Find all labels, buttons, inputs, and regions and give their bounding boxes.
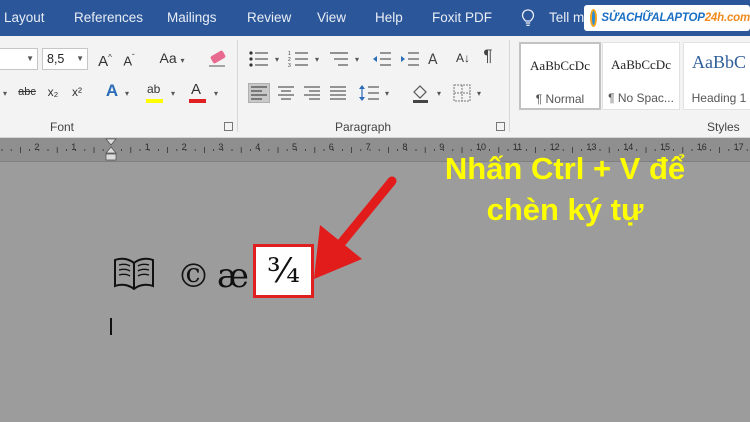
numbering-icon[interactable]: 123 bbox=[288, 50, 310, 68]
svg-text:3: 3 bbox=[288, 63, 291, 68]
font-color-chevron-icon[interactable]: ▾ bbox=[211, 82, 221, 104]
callout-line-2: chèn ký tự bbox=[486, 192, 644, 227]
clear-formatting-icon[interactable] bbox=[206, 50, 228, 68]
align-right-icon[interactable] bbox=[302, 83, 322, 103]
font-size-value: 8,5 bbox=[47, 52, 65, 66]
ruler-number: 2 bbox=[181, 142, 187, 152]
multilevel-chevron-icon[interactable]: ▾ bbox=[352, 48, 362, 70]
align-center-icon[interactable] bbox=[276, 83, 296, 103]
text-effects-button[interactable]: A bbox=[102, 81, 122, 103]
sort-icon[interactable]: A↓ bbox=[452, 48, 474, 70]
font-group-label: Font bbox=[50, 120, 75, 134]
tab-references[interactable]: References bbox=[74, 0, 143, 36]
tell-me-search[interactable]: Tell m bbox=[549, 0, 584, 36]
change-case-button[interactable]: Aa ▾ bbox=[155, 48, 189, 70]
increase-indent-icon[interactable] bbox=[400, 50, 420, 68]
styles-group-label: Styles bbox=[707, 120, 740, 134]
font-dropdown-chevron-icon[interactable]: ▾ bbox=[0, 82, 12, 104]
font-size-combo[interactable]: 8,5 ▼ bbox=[42, 48, 88, 70]
decrease-indent-icon[interactable] bbox=[372, 50, 392, 68]
logo-globe-icon bbox=[590, 9, 598, 27]
borders-icon[interactable] bbox=[452, 83, 472, 103]
font-color-button[interactable]: A bbox=[187, 81, 209, 104]
font-name-combo[interactable]: ▼ bbox=[0, 48, 38, 70]
ruler-number: 4 bbox=[255, 142, 261, 152]
bullets-icon[interactable] bbox=[248, 50, 270, 68]
tab-view[interactable]: View bbox=[317, 0, 346, 36]
watermark-logo: SỬACHỮALAPTOP24h.com bbox=[584, 5, 750, 31]
shading-icon[interactable] bbox=[410, 82, 432, 104]
ruler-number: 1 bbox=[71, 142, 77, 152]
bullets-chevron-icon[interactable]: ▾ bbox=[272, 48, 282, 70]
highlight-button[interactable]: ab bbox=[144, 82, 166, 104]
font-dialog-launcher-icon[interactable] bbox=[224, 122, 233, 131]
numbering-chevron-icon[interactable]: ▾ bbox=[312, 48, 322, 70]
style-heading-1-label: Heading 1 bbox=[691, 91, 747, 105]
paragraph-dialog-launcher-icon[interactable] bbox=[496, 122, 505, 131]
indent-marker-icon[interactable] bbox=[105, 138, 117, 162]
tab-review[interactable]: Review bbox=[247, 0, 291, 36]
ribbon-tab-bar: Layout References Mailings Review View H… bbox=[0, 0, 750, 36]
instruction-callout: Nhấn Ctrl + V để chèn ký tự bbox=[380, 148, 750, 230]
multilevel-list-icon[interactable] bbox=[328, 50, 350, 68]
ribbon-home: ▼ 8,5 ▼ A^ Aˇ Aa ▾ ▾ abc x₂ x² A ▾ ab ▾ A… bbox=[0, 36, 750, 138]
text-effects-chevron-icon[interactable]: ▾ bbox=[122, 82, 132, 104]
callout-line-1: Nhấn Ctrl + V để bbox=[444, 151, 686, 186]
highlight-chevron-icon[interactable]: ▾ bbox=[168, 82, 178, 104]
borders-chevron-icon[interactable]: ▾ bbox=[474, 82, 484, 104]
paragraph-group-label: Paragraph bbox=[335, 120, 392, 134]
show-hide-marks-button[interactable]: ¶ bbox=[480, 46, 496, 68]
style-normal-label: ¶ Normal bbox=[535, 92, 585, 106]
style-no-spacing-label: ¶ No Spac... bbox=[608, 91, 674, 105]
tab-layout[interactable]: Layout bbox=[4, 0, 45, 36]
tab-foxit-pdf[interactable]: Foxit PDF bbox=[432, 0, 492, 36]
grow-font-button[interactable]: A^ bbox=[96, 48, 114, 70]
align-left-icon[interactable] bbox=[248, 83, 270, 103]
superscript-button[interactable]: x² bbox=[68, 82, 86, 104]
line-spacing-chevron-icon[interactable]: ▾ bbox=[382, 82, 392, 104]
group-divider bbox=[237, 40, 238, 132]
lightbulb-icon[interactable] bbox=[521, 9, 535, 27]
shading-chevron-icon[interactable]: ▾ bbox=[434, 82, 444, 104]
svg-text:A: A bbox=[428, 52, 438, 68]
group-divider bbox=[509, 40, 510, 132]
logo-text: SỬACHỮALAPTOP24h.com bbox=[601, 12, 750, 24]
ruler-number: 3 bbox=[218, 142, 224, 152]
style-no-spacing[interactable]: AaBbCcDc ¶ No Spac... bbox=[602, 42, 680, 110]
asian-layout-icon[interactable]: A bbox=[426, 48, 448, 70]
subscript-button[interactable]: x₂ bbox=[44, 82, 62, 104]
ae-ligature-symbol: æ bbox=[217, 256, 249, 296]
shrink-font-button[interactable]: Aˇ bbox=[120, 48, 138, 70]
tab-mailings[interactable]: Mailings bbox=[167, 0, 217, 36]
ruler-number: 6 bbox=[328, 142, 334, 152]
ruler-number: 2 bbox=[34, 142, 40, 152]
ruler-number: 5 bbox=[292, 142, 298, 152]
line-spacing-icon[interactable] bbox=[358, 83, 380, 103]
ruler-number: 1 bbox=[144, 142, 150, 152]
open-book-icon: 📖 bbox=[114, 257, 154, 291]
text-cursor bbox=[110, 318, 112, 335]
copyright-symbol: © bbox=[177, 256, 210, 295]
style-heading-1[interactable]: AaBbC Heading 1 bbox=[683, 42, 750, 110]
style-normal[interactable]: AaBbCcDc ¶ Normal bbox=[519, 42, 601, 110]
ruler-number: 7 bbox=[365, 142, 371, 152]
justify-icon[interactable] bbox=[328, 83, 348, 103]
strikethrough-button[interactable]: abc bbox=[16, 82, 38, 104]
tab-help[interactable]: Help bbox=[375, 0, 403, 36]
